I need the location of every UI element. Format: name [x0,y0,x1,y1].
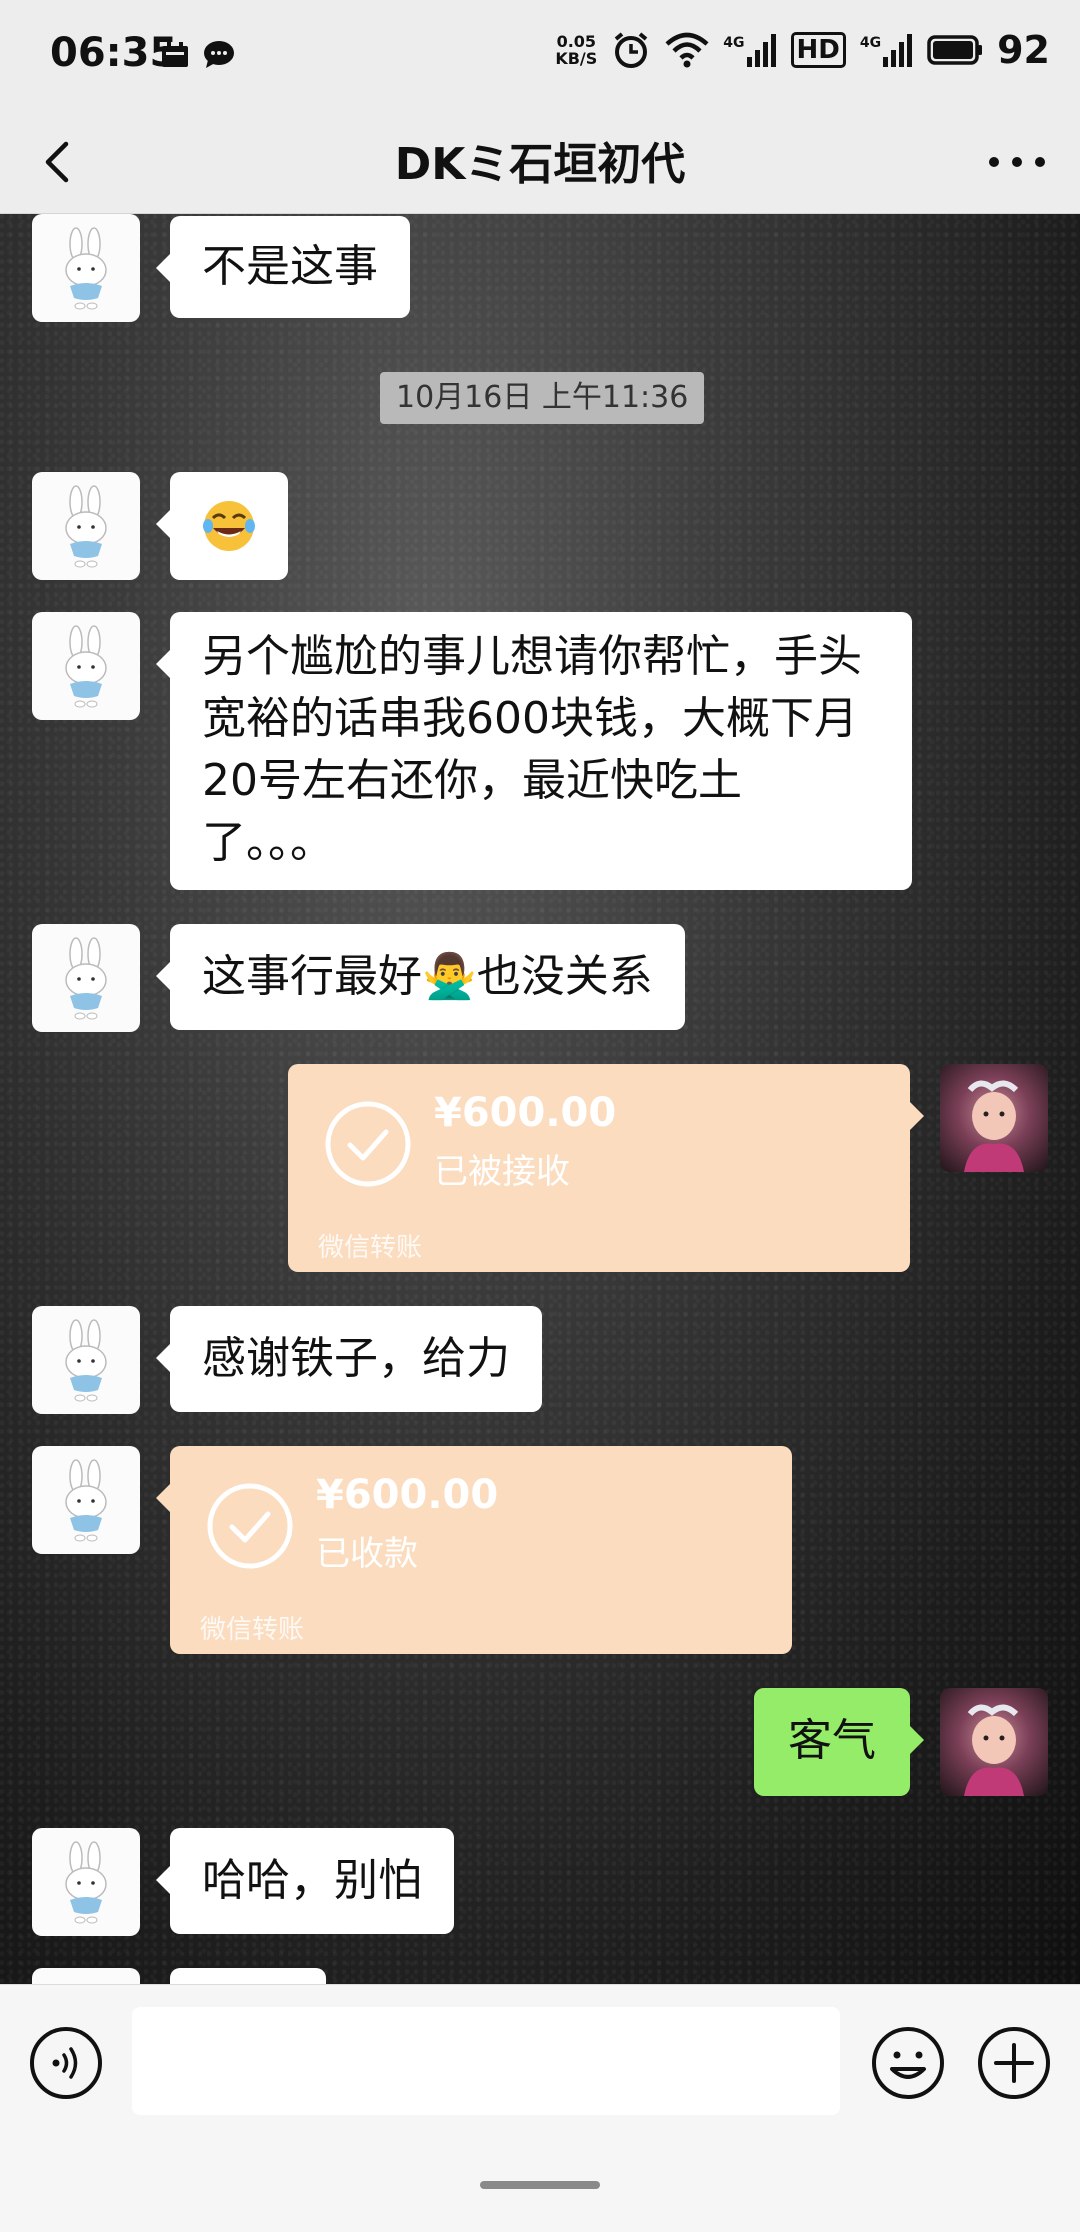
signal-4g-1: 4G [723,33,776,67]
transfer-amount: ¥600.00 [434,1090,617,1136]
bunny-avatar-icon [65,937,107,1020]
transfer-label: 微信转账 [200,1615,305,1645]
contact-avatar[interactable] [32,1446,140,1554]
plus-icon[interactable] [976,2025,1052,2101]
chat-header: DKミ石垣初代 [0,110,1080,214]
status-time: 06:35 [50,30,178,76]
wifi-icon [665,32,709,68]
message-bubble[interactable] [156,472,288,580]
voice-icon[interactable] [28,2025,104,2101]
check-circle-icon [325,1101,411,1187]
contact-avatar[interactable] [32,612,140,720]
contact-avatar[interactable] [32,924,140,1032]
baby-photo-avatar-icon [964,1704,1024,1796]
hd-badge: HD [790,32,846,68]
alarm-icon [615,32,648,68]
message-bubble[interactable]: 客气 [754,1688,924,1796]
message-line: 了。。。 [202,817,334,868]
self-avatar[interactable] [940,1688,1048,1796]
contact-avatar[interactable] [32,472,140,580]
contact-avatar[interactable] [32,1828,140,1936]
baby-photo-avatar-icon [964,1080,1024,1172]
message-bubble[interactable]: 哈哈，别怕 [156,1828,454,1934]
message-text: 这事行最好 [202,951,422,1002]
bunny-avatar-icon [65,1319,107,1402]
message-bubble[interactable]: 不是这事 [156,216,410,318]
bunny-avatar-icon [65,227,107,310]
battery-level: 92 [997,28,1050,72]
input-bar [0,1984,1080,2232]
message-input[interactable] [132,2007,840,2115]
message-text: 也没关系 [476,951,653,1002]
message-bubble[interactable]: 这事行最好🙅‍♂️也没关系 [156,924,685,1030]
transfer-card[interactable]: ¥600.00 已被接收 微信转账 [288,1064,924,1272]
bunny-avatar-icon [65,625,107,708]
self-avatar[interactable] [940,1064,1048,1172]
calendar-notification-icon [162,42,188,67]
notification-icons [160,40,236,70]
status-bar: 06:35 0.05 KB/S 4G HD 4G 92 [0,0,1080,110]
transfer-card[interactable]: ¥600.00 已收款 微信转账 [156,1446,792,1654]
battery-icon [927,35,983,65]
emoji-icon[interactable] [870,2025,946,2101]
contact-avatar[interactable] [32,1306,140,1414]
bunny-avatar-icon [65,1841,107,1924]
message-bubble[interactable]: 感谢铁子，给力 [156,1306,542,1412]
bunny-avatar-icon [65,485,107,568]
chat-title: DKミ石垣初代 [394,139,686,190]
home-indicator[interactable] [480,2181,600,2189]
message-line: 另个尴尬的事儿想请你帮忙，手头 [202,631,862,682]
system-status-icons: 0.05 KB/S 4G HD 4G 92 [555,28,1050,72]
message-bubble[interactable]: 另个尴尬的事儿想请你帮忙，手头 宽裕的话串我600块钱，大概下月 20号左右还你… [156,612,912,890]
more-dots-icon[interactable] [982,132,1052,192]
network-speed: 0.05 KB/S [555,32,598,68]
signal-4g-2: 4G [860,33,913,67]
no-gesture-emoji: 🙅‍♂️ [422,951,477,1002]
laughing-tears-emoji-icon [203,501,255,551]
transfer-status: 已被接收 [434,1152,570,1192]
signal-bars-icon [883,34,913,67]
contact-avatar[interactable] [32,1968,140,1984]
bunny-avatar-icon [65,1459,107,1542]
transfer-status: 已收款 [316,1534,418,1574]
signal-bars-icon [746,34,776,67]
chat-timestamp: 10月16日 上午11:36 [380,372,705,424]
chat-notification-icon [204,41,234,68]
transfer-label: 微信转账 [318,1233,423,1263]
message-bubble-partial[interactable] [170,1968,326,1984]
transfer-amount: ¥600.00 [316,1472,499,1518]
contact-avatar[interactable] [32,214,140,322]
message-line: 20号左右还你，最近快吃土 [202,755,742,806]
message-line: 宽裕的话串我600块钱，大概下月 [202,693,858,744]
check-circle-icon [207,1483,293,1569]
chat-messages[interactable]: 不是这事 10月16日 上午11:36 另个尴尬的事儿想请你帮忙，手头 宽裕的话… [0,214,1080,1984]
